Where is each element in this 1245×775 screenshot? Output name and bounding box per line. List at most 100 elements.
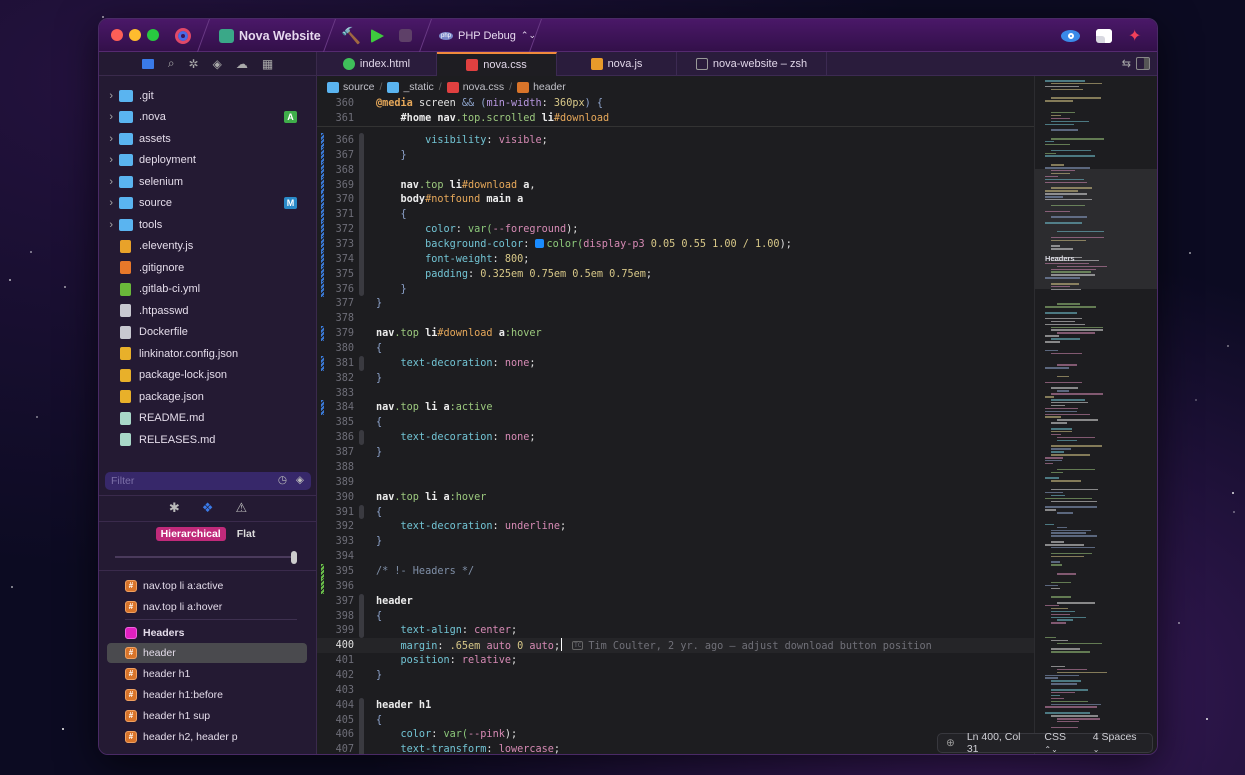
code-line[interactable]: 395/* !- Headers */ — [317, 563, 1034, 579]
code-line[interactable]: 373 background-color: color(display-p3 0… — [317, 237, 1034, 253]
flat-mode-button[interactable]: Flat — [232, 527, 261, 541]
code-line[interactable]: 382} — [317, 371, 1034, 386]
extensions-grid-icon[interactable]: ▦ — [262, 57, 273, 71]
code-line[interactable]: 393} — [317, 534, 1034, 549]
code-line[interactable]: 366 visibility: visible; — [317, 133, 1034, 148]
stop-button[interactable] — [399, 19, 412, 52]
color-swatch[interactable] — [535, 239, 545, 249]
tab-nova-js[interactable]: nova.js — [557, 52, 677, 76]
indent-selector[interactable]: 4 Spaces ⌄ — [1093, 731, 1144, 754]
git-change-marker[interactable] — [321, 281, 324, 297]
code-line[interactable]: 380 { — [317, 341, 1034, 356]
file-item[interactable]: › .git — [99, 85, 317, 106]
sticky-header-line[interactable]: 361 #home nav.top.scrolled li#download — [317, 111, 1034, 126]
code-line[interactable]: 381 text-decoration: none; — [317, 355, 1034, 371]
warning-triangle-icon[interactable]: ⚠ — [235, 500, 247, 516]
code-line[interactable]: 377} — [317, 296, 1034, 311]
file-item[interactable]: .eleventy.js — [99, 236, 317, 257]
file-item[interactable]: .htpasswd — [99, 300, 317, 321]
git-change-marker[interactable] — [321, 355, 324, 371]
run-button[interactable] — [371, 19, 384, 52]
breadcrumb-item[interactable]: header — [517, 81, 566, 93]
code-line[interactable]: 388 — [317, 460, 1034, 475]
code-line[interactable]: 386 text-decoration: none; — [317, 430, 1034, 445]
code-line[interactable]: 387} — [317, 445, 1034, 460]
git-change-marker[interactable] — [321, 237, 324, 253]
code-line[interactable]: 372 color: var(--foreground); — [317, 222, 1034, 238]
git-change-marker[interactable] — [321, 162, 324, 178]
git-change-marker[interactable] — [321, 222, 324, 238]
git-change-marker[interactable] — [321, 563, 324, 579]
panels-toggle-icon[interactable] — [1096, 19, 1112, 52]
globe-icon[interactable]: ⊕ — [946, 737, 955, 749]
chevron-right-icon[interactable]: › — [99, 154, 119, 166]
search-icon[interactable]: ⌕ — [168, 56, 175, 71]
code-line[interactable]: 399 text-align: center; — [317, 623, 1034, 638]
symbol-item[interactable]: # header h1:before — [107, 685, 307, 705]
close-window-button[interactable] — [111, 29, 123, 41]
fold-indicator[interactable] — [359, 697, 364, 754]
code-line[interactable]: 403 — [317, 683, 1034, 698]
git-change-marker[interactable] — [321, 207, 324, 223]
depth-slider[interactable] — [115, 551, 297, 564]
code-line[interactable]: 398 { — [317, 609, 1034, 624]
file-item[interactable]: README.md — [99, 408, 317, 429]
language-selector[interactable]: CSS ⌃⌄ — [1044, 731, 1080, 754]
minimap[interactable]: Headers — [1034, 76, 1157, 754]
tab-nova-css[interactable]: nova.css — [437, 52, 557, 76]
code-line[interactable]: 370 body#notfound main a — [317, 192, 1034, 208]
files-folder-icon[interactable] — [141, 58, 154, 69]
file-filter-input[interactable]: Filter ◷ ◈ — [105, 472, 311, 490]
code-line[interactable]: 374 font-weight: 800; — [317, 251, 1034, 267]
project-button[interactable]: Nova Website — [219, 19, 321, 52]
code-line[interactable]: 396 — [317, 578, 1034, 594]
symbols-icon[interactable]: ❖ — [202, 500, 214, 516]
symbol-item[interactable]: # header h1 sup — [107, 706, 307, 726]
fold-indicator[interactable] — [359, 430, 364, 446]
code-line[interactable]: 401 position: relative; — [317, 653, 1034, 668]
git-change-marker[interactable] — [321, 400, 324, 416]
code-line[interactable]: 369 nav.top li#download a, — [317, 177, 1034, 193]
code-line[interactable]: 397 header — [317, 594, 1034, 609]
chevron-right-icon[interactable]: › — [99, 90, 119, 102]
git-change-marker[interactable] — [321, 266, 324, 282]
code-line[interactable]: 371 { — [317, 207, 1034, 223]
file-item[interactable]: › selenium — [99, 171, 317, 192]
code-line[interactable]: 402} — [317, 668, 1034, 683]
file-item[interactable]: › tools — [99, 214, 317, 235]
tab-nova-website-zsh[interactable]: nova-website – zsh — [677, 52, 827, 76]
symbol-mark[interactable]: Headers — [107, 623, 307, 643]
minimize-window-button[interactable] — [129, 29, 141, 41]
breadcrumb-item[interactable]: _static — [387, 81, 434, 93]
code-line[interactable]: 378 — [317, 311, 1034, 326]
sparkle-ai-icon[interactable]: ✦ — [1128, 19, 1141, 52]
symbol-item[interactable]: # nav.top li a:hover — [107, 597, 307, 617]
breadcrumb-item[interactable]: nova.css — [446, 81, 504, 93]
git-change-marker[interactable] — [321, 578, 324, 594]
git-change-marker[interactable] — [321, 177, 324, 193]
chevron-right-icon[interactable]: › — [99, 133, 119, 145]
code-line[interactable]: 389 — [317, 475, 1034, 490]
fold-indicator[interactable] — [359, 133, 364, 297]
breadcrumb-item[interactable]: source — [327, 81, 375, 93]
file-item[interactable]: .gitignore — [99, 257, 317, 278]
git-change-marker[interactable] — [321, 192, 324, 208]
chevron-right-icon[interactable]: › — [99, 176, 119, 188]
symbol-item[interactable]: # nav.top li a:active — [107, 576, 307, 596]
file-item[interactable]: › deployment — [99, 150, 317, 171]
code-line[interactable]: 383 — [317, 386, 1034, 401]
tab-index-html[interactable]: index.html — [317, 52, 437, 76]
file-item[interactable]: .gitlab-ci.yml — [99, 279, 317, 300]
file-item[interactable]: RELEASES.md — [99, 429, 317, 450]
code-line[interactable]: 379 nav.top li#download a:hover — [317, 326, 1034, 342]
git-change-marker[interactable] — [321, 326, 324, 342]
build-hammer-icon[interactable]: 🔨 — [341, 19, 361, 52]
recent-clock-icon[interactable]: ◷ — [278, 474, 287, 486]
hierarchical-mode-button[interactable]: Hierarchical — [155, 527, 226, 541]
code-line[interactable]: 392 text-decoration: underline; — [317, 519, 1034, 534]
zoom-window-button[interactable] — [147, 29, 159, 41]
code-line[interactable]: 367 } — [317, 147, 1034, 163]
symbol-item[interactable]: # header — [107, 643, 307, 664]
git-change-marker[interactable] — [321, 133, 324, 148]
file-item[interactable]: package.json — [99, 386, 317, 407]
